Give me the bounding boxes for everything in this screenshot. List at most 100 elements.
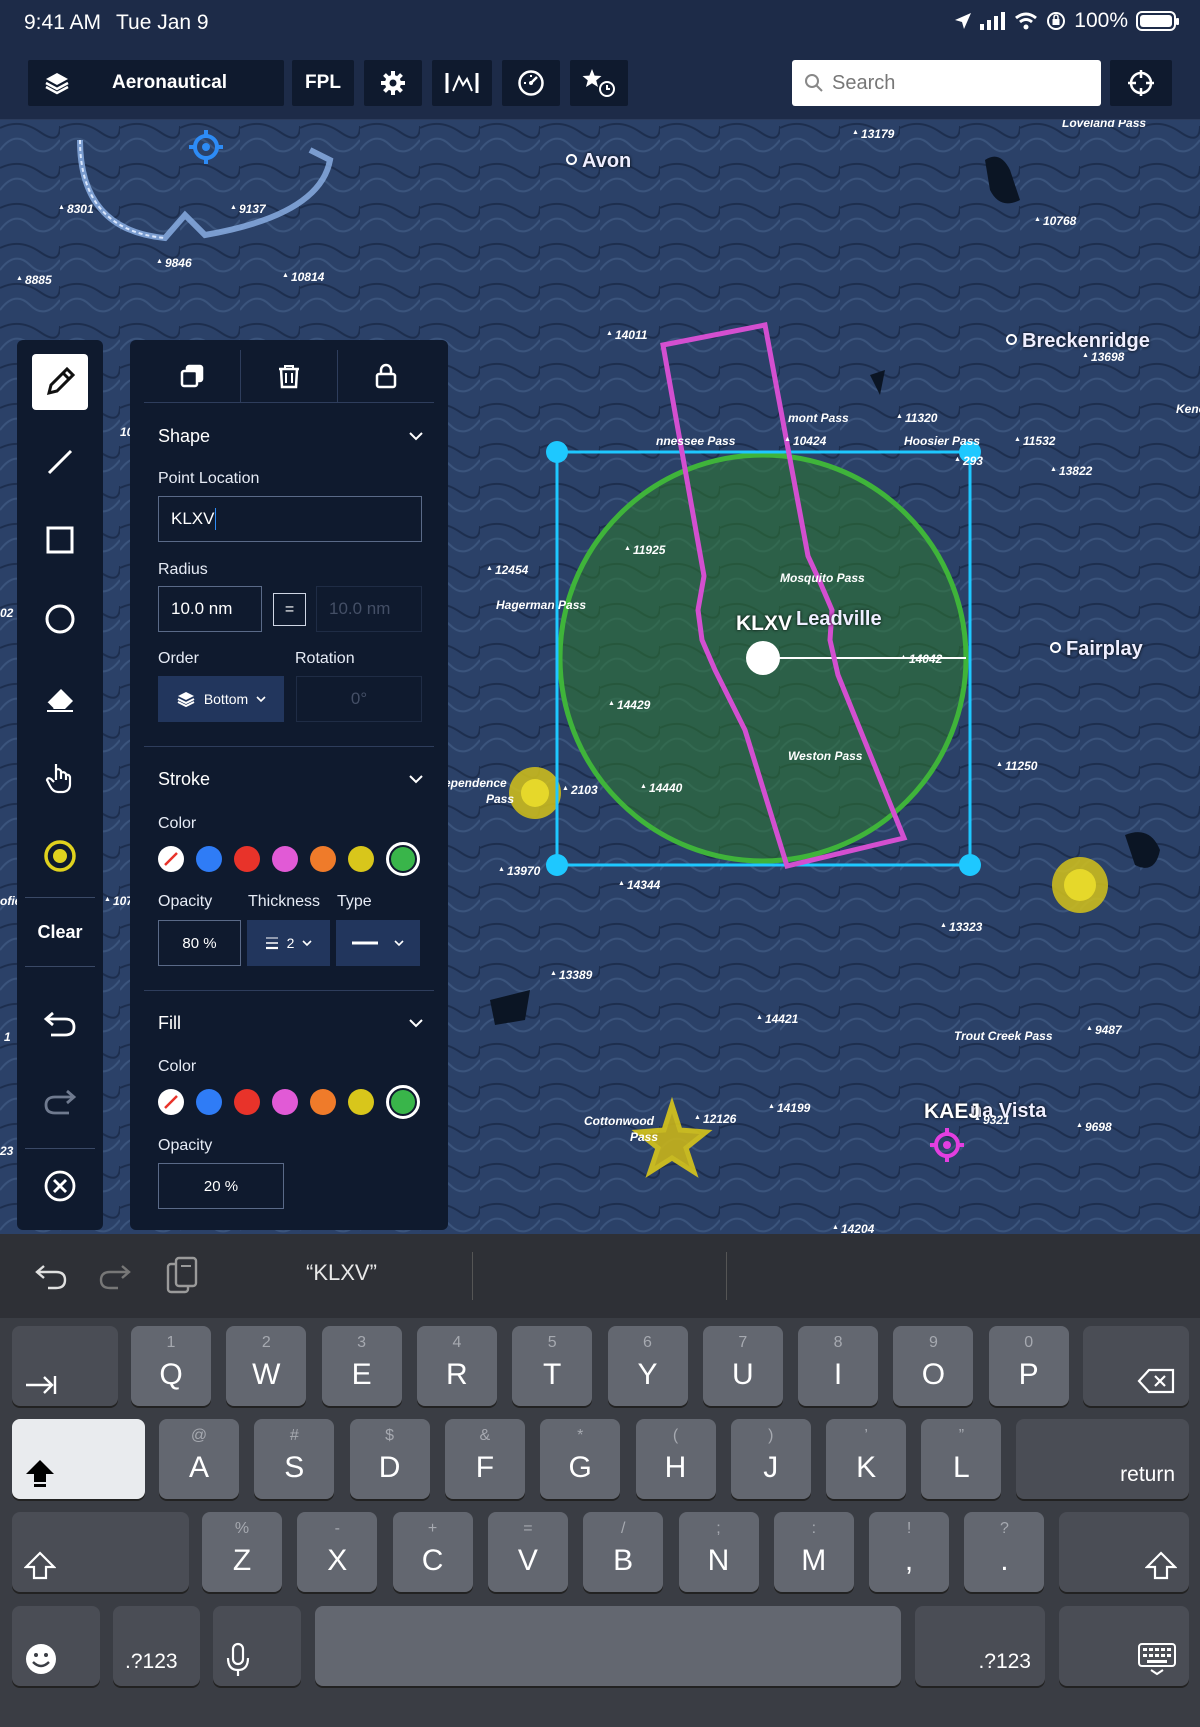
orange-swatch[interactable] (310, 1089, 336, 1115)
clear-button[interactable]: Clear (17, 922, 103, 943)
blue-swatch[interactable] (196, 846, 222, 872)
resize-handle[interactable] (959, 854, 981, 876)
letter-key[interactable]: :M (773, 1512, 854, 1592)
line-type-dropdown[interactable] (336, 920, 420, 966)
numbers-key-right[interactable]: .?123 (915, 1606, 1045, 1686)
letter-key[interactable]: ) J (730, 1419, 811, 1499)
letter-key[interactable]: @ A (159, 1419, 239, 1499)
radius-field[interactable]: 10.0 nm (158, 586, 262, 632)
airport-label[interactable]: KLXV (736, 612, 792, 636)
redo-button[interactable] (32, 1073, 88, 1129)
letter-key[interactable]: 5T (512, 1326, 593, 1406)
letter-key[interactable]: % Z (202, 1512, 282, 1592)
delete-button[interactable] (241, 350, 338, 402)
chevron-down-icon[interactable] (408, 1017, 424, 1029)
pink-swatch[interactable] (272, 846, 298, 872)
line-tool-button[interactable] (32, 434, 88, 490)
chevron-down-icon[interactable] (408, 773, 424, 785)
tab-key[interactable] (12, 1326, 118, 1406)
yellow-swatch[interactable] (348, 1089, 374, 1115)
letter-key[interactable]: & F (444, 1419, 525, 1499)
point-location-field[interactable]: KLXV (158, 496, 422, 542)
order-label: Order (158, 650, 199, 667)
redo-icon[interactable] (98, 1262, 132, 1290)
resize-handle[interactable] (546, 441, 568, 463)
circle-tool-button[interactable] (32, 591, 88, 647)
letter-key[interactable]: ; N (678, 1512, 759, 1592)
green-swatch-selected[interactable] (386, 1085, 420, 1119)
letter-key[interactable]: 4R (416, 1326, 497, 1406)
letter-key[interactable]: 2W (226, 1326, 307, 1406)
letter-key[interactable]: * G (540, 1419, 621, 1499)
airport-label[interactable]: KAEJ (924, 1100, 980, 1124)
order-dropdown[interactable]: Bottom (158, 676, 284, 722)
no-color-swatch[interactable] (158, 846, 184, 872)
letter-key[interactable]: !, (869, 1512, 950, 1592)
settings-button[interactable] (364, 60, 422, 106)
search-input[interactable] (832, 71, 1082, 95)
fpl-button[interactable]: FPL (292, 60, 354, 106)
layers-button[interactable]: Aeronautical (28, 60, 284, 106)
letter-key[interactable]: 0P (988, 1326, 1069, 1406)
shift-left-key[interactable] (12, 1512, 189, 1592)
eraser-tool-button[interactable] (32, 670, 88, 726)
letter-key[interactable]: 3E (321, 1326, 402, 1406)
letter-key[interactable]: 7U (702, 1326, 783, 1406)
letter-key[interactable]: 1Q (131, 1326, 211, 1406)
locate-button[interactable] (1110, 60, 1172, 106)
duplicate-button[interactable] (144, 350, 241, 402)
undo-icon[interactable] (34, 1262, 68, 1290)
emoji-key[interactable] (12, 1606, 100, 1686)
letter-key[interactable]: = V (487, 1512, 568, 1592)
letter-key[interactable]: ?. (964, 1512, 1045, 1592)
search-box[interactable] (792, 60, 1101, 106)
resize-handle[interactable] (546, 854, 568, 876)
blue-swatch[interactable] (196, 1089, 222, 1115)
lock-button[interactable] (338, 350, 434, 402)
highlight-tool-button[interactable] (32, 828, 88, 884)
letter-key[interactable]: 6Y (607, 1326, 688, 1406)
pink-swatch[interactable] (272, 1089, 298, 1115)
instruments-button[interactable] (502, 60, 560, 106)
red-swatch[interactable] (234, 846, 260, 872)
key-label: A (188, 1451, 209, 1484)
numbers-key-left[interactable]: .?123 (113, 1606, 200, 1686)
stroke-opacity-field[interactable]: 80 % (158, 920, 241, 966)
profile-view-button[interactable] (432, 60, 492, 106)
return-key[interactable]: return (1016, 1419, 1189, 1499)
chevron-down-icon[interactable] (408, 430, 424, 442)
space-bar[interactable] (315, 1606, 901, 1686)
dictation-key[interactable] (213, 1606, 301, 1686)
green-swatch-selected[interactable] (386, 842, 420, 876)
rectangle-tool-button[interactable] (32, 512, 88, 568)
orange-swatch[interactable] (310, 846, 336, 872)
radius-link-button[interactable]: = (273, 593, 306, 626)
backspace-key[interactable] (1083, 1326, 1189, 1406)
center-handle[interactable] (746, 641, 780, 675)
letter-key[interactable]: ’ K (826, 1419, 907, 1499)
thickness-dropdown[interactable]: 2 (247, 920, 330, 966)
letter-key[interactable]: 8I (798, 1326, 879, 1406)
no-color-swatch[interactable] (158, 1089, 184, 1115)
letter-key[interactable]: 9O (893, 1326, 974, 1406)
favorites-recents-button[interactable] (570, 60, 628, 106)
yellow-swatch[interactable] (348, 846, 374, 872)
caps-lock-key[interactable] (12, 1419, 145, 1499)
letter-key[interactable]: -X (297, 1512, 378, 1592)
letter-key[interactable]: / B (583, 1512, 664, 1592)
red-swatch[interactable] (234, 1089, 260, 1115)
letter-key[interactable]: ” L (921, 1419, 1002, 1499)
paste-icon[interactable] (164, 1256, 200, 1296)
letter-key[interactable]: # S (254, 1419, 335, 1499)
autocomplete-suggestion[interactable]: “KLXV” (306, 1260, 377, 1286)
select-tool-button[interactable] (32, 749, 88, 805)
letter-key[interactable]: (H (635, 1419, 716, 1499)
shift-right-key[interactable] (1059, 1512, 1189, 1592)
fill-opacity-field[interactable]: 20 % (158, 1163, 284, 1209)
letter-key[interactable]: + C (392, 1512, 473, 1592)
close-drawing-button[interactable] (32, 1158, 88, 1214)
undo-button[interactable] (32, 995, 88, 1051)
pencil-tool-button[interactable] (32, 354, 88, 410)
dismiss-keyboard-key[interactable] (1059, 1606, 1189, 1686)
letter-key[interactable]: $ D (349, 1419, 430, 1499)
